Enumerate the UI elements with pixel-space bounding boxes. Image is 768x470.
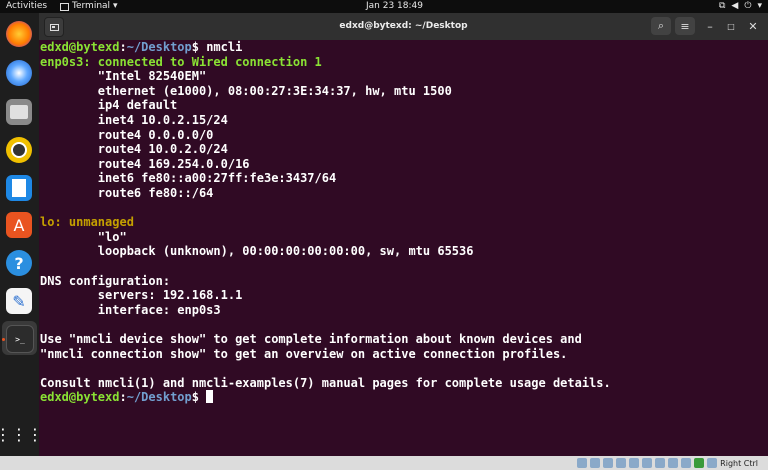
- vm-status-bar: Right Ctrl: [0, 456, 768, 470]
- recording-icon[interactable]: [668, 458, 679, 468]
- prompt-separator: :: [119, 40, 127, 54]
- output-line: enp0s3: connected to Wired connection 1: [40, 54, 322, 69]
- output-line: ip4 default: [40, 98, 178, 113]
- search-button[interactable]: ⌕: [651, 17, 671, 35]
- help-icon[interactable]: ?: [6, 250, 32, 276]
- clock[interactable]: Jan 23 18:49: [366, 0, 423, 13]
- software-center-icon[interactable]: A: [6, 212, 32, 238]
- output-line: loopback (unknown), 00:00:00:00:00:00, s…: [40, 244, 474, 259]
- volume-icon: ◀: [731, 1, 739, 11]
- command-line: edxd@bytexd:~/Desktop$ nmcli: [40, 40, 242, 55]
- menu-button[interactable]: ≡: [675, 17, 695, 35]
- command-text: nmcli: [206, 40, 243, 54]
- prompt-dollar: $: [191, 390, 207, 405]
- prompt-path: ~/Desktop: [126, 40, 192, 54]
- activities-button[interactable]: Activities: [6, 0, 47, 13]
- prompt-user: edxd@bytexd: [40, 390, 120, 405]
- guest-additions-icon[interactable]: [694, 458, 705, 468]
- final-prompt-line: edxd@bytexd:~/Desktop$: [40, 390, 214, 405]
- output-line: servers: 192.168.1.1: [40, 288, 243, 303]
- output-line: "Intel 82540EM": [40, 69, 207, 84]
- prompt-separator: :: [119, 390, 127, 405]
- cpu-icon[interactable]: [681, 458, 692, 468]
- output-line: Consult nmcli(1) and nmcli-examples(7) m…: [40, 375, 611, 390]
- app-name: Terminal: [72, 1, 111, 11]
- prompt-path: ~/Desktop: [126, 390, 192, 405]
- dock: A ? ✎ >_ ⋮⋮⋮: [0, 13, 43, 456]
- display-icon[interactable]: [655, 458, 666, 468]
- output-line: route4 10.0.2.0/24: [40, 142, 228, 157]
- running-indicator: [2, 338, 5, 341]
- network-adapter-icon[interactable]: [616, 458, 627, 468]
- audio-icon[interactable]: [603, 458, 614, 468]
- prompt-user: edxd@bytexd: [40, 40, 120, 54]
- output-line: inet6 fe80::a00:27ff:fe3e:3437/64: [40, 171, 337, 186]
- firefox-icon[interactable]: [6, 21, 32, 47]
- close-button[interactable]: ✕: [746, 17, 760, 35]
- output-line: inet4 10.0.2.15/24: [40, 113, 228, 127]
- output-line: "nmcli connection show" to get an overvi…: [40, 346, 568, 361]
- minimize-button[interactable]: –: [703, 17, 717, 35]
- vm-tray: Right Ctrl: [577, 456, 758, 470]
- maximize-button[interactable]: □: [724, 17, 738, 35]
- files-icon[interactable]: [6, 99, 32, 125]
- output-line: DNS configuration:: [40, 273, 171, 288]
- text-cursor: [206, 390, 214, 404]
- terminal-icon[interactable]: >_: [6, 325, 34, 353]
- terminal-app-icon: [60, 2, 69, 11]
- output-line: ethernet (e1000), 08:00:27:3E:34:37, hw,…: [40, 83, 452, 98]
- shared-folder-icon[interactable]: [642, 458, 653, 468]
- hamburger-icon: ≡: [680, 19, 690, 33]
- output-line: route4 0.0.0.0/0: [40, 127, 214, 142]
- rhythmbox-icon[interactable]: [6, 137, 32, 163]
- output-line: lo: unmanaged: [40, 215, 134, 230]
- output-line: interface: enp0s3: [40, 302, 221, 317]
- system-menu[interactable]: ⧉ ◀ ⏻ ▾: [719, 0, 762, 13]
- output-line: Use "nmcli device show" to get complete …: [40, 332, 582, 346]
- chevron-down-icon: ▾: [757, 1, 762, 11]
- output-line: route4 169.254.0.0/16: [40, 156, 250, 171]
- host-key-label: Right Ctrl: [720, 458, 758, 468]
- chevron-down-icon: ▾: [113, 1, 118, 11]
- prompt-dollar: $: [191, 40, 207, 54]
- maximize-icon: □: [727, 21, 735, 31]
- search-icon: ⌕: [657, 19, 665, 32]
- output-line: "lo": [40, 229, 127, 244]
- usb-icon[interactable]: [629, 458, 640, 468]
- optical-drive-icon[interactable]: [590, 458, 601, 468]
- minimize-icon: –: [707, 19, 713, 33]
- app-menu[interactable]: Terminal ▾: [60, 0, 118, 13]
- mouse-integration-icon[interactable]: [707, 458, 718, 468]
- power-icon: ⏻: [744, 1, 752, 11]
- window-header: edxd@bytexd: ~/Desktop ⌕ ≡ – □ ✕: [39, 13, 768, 40]
- libreoffice-writer-icon[interactable]: [6, 175, 32, 201]
- network-icon: ⧉: [718, 1, 726, 11]
- output-line: route6 fe80::/64: [40, 186, 214, 200]
- terminal-output[interactable]: edxd@bytexd:~/Desktop$ nmcli enp0s3: con…: [39, 40, 768, 456]
- thunderbird-icon[interactable]: [6, 60, 32, 86]
- top-bar: Activities Terminal ▾ Jan 23 18:49 ⧉ ◀ ⏻…: [0, 0, 768, 13]
- close-icon: ✕: [748, 19, 758, 33]
- disk-icon[interactable]: [577, 458, 588, 468]
- text-editor-icon[interactable]: ✎: [6, 288, 32, 314]
- show-apps-icon[interactable]: ⋮⋮⋮: [0, 421, 43, 447]
